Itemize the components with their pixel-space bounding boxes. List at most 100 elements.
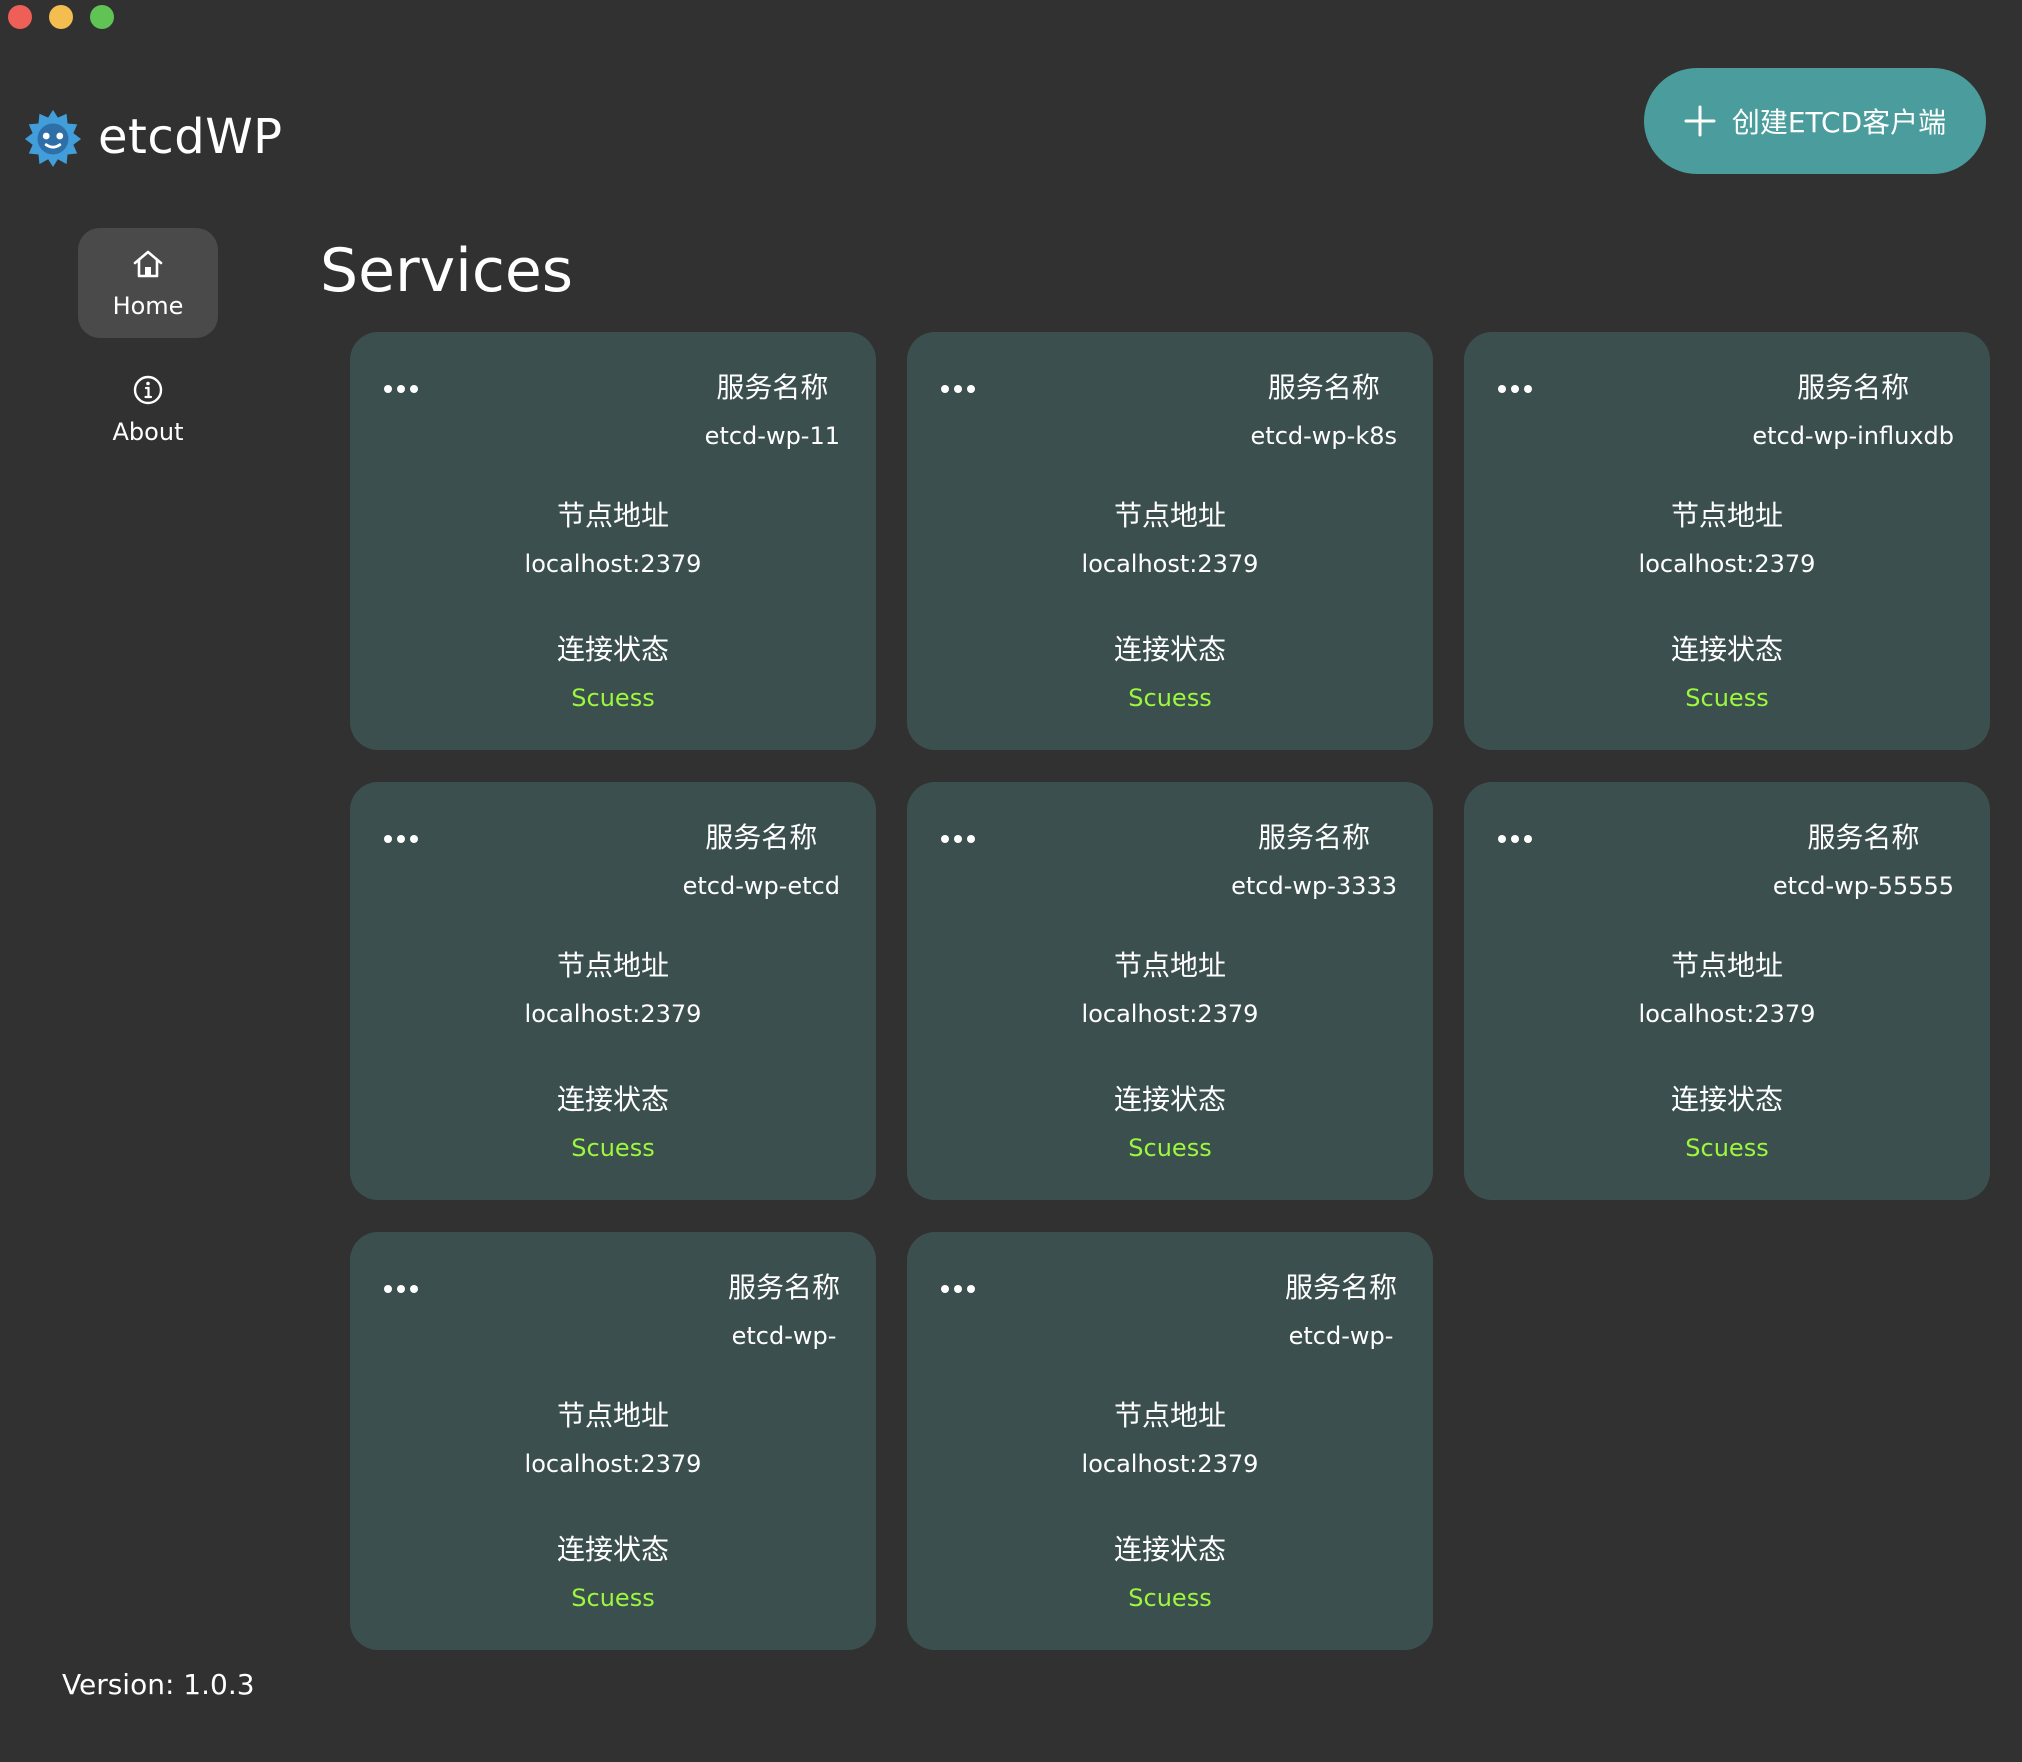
connection-status-label: 连接状态: [556, 1533, 669, 1566]
connection-status-value: Scuess: [1128, 1134, 1212, 1162]
more-options-icon[interactable]: [941, 1282, 983, 1296]
sidebar-item-about[interactable]: About: [78, 354, 218, 464]
node-address-label: 节点地址: [556, 499, 669, 532]
service-name-value: etcd-wp-11: [704, 422, 840, 450]
connection-status-value: Scuess: [1128, 1584, 1212, 1612]
connection-status-label: 连接状态: [1113, 1533, 1226, 1566]
service-name-value: etcd-wp-influxdb: [1752, 422, 1954, 450]
info-icon: [133, 375, 163, 405]
connection-status-label: 连接状态: [556, 1083, 669, 1116]
more-options-icon[interactable]: [941, 382, 983, 396]
node-address-label: 节点地址: [1113, 949, 1226, 982]
connection-status-value: Scuess: [1128, 684, 1212, 712]
node-address-label: 节点地址: [1670, 949, 1783, 982]
minimize-window-button[interactable]: [49, 5, 73, 29]
service-card[interactable]: 服务名称 etcd-wp-k8s 节点地址 localhost:2379 连接状…: [907, 332, 1433, 750]
service-name-label: 服务名称: [727, 1271, 840, 1304]
service-card-grid: 服务名称 etcd-wp-11 节点地址 localhost:2379 连接状态…: [350, 332, 1990, 1650]
connection-status-value: Scuess: [1685, 684, 1769, 712]
service-name-value: etcd-wp-3333: [1231, 872, 1397, 900]
window-controls: [8, 5, 114, 29]
service-name-block: 服务名称 etcd-wp-influxdb: [1752, 366, 1954, 450]
node-address-block: 节点地址 localhost:2379: [350, 494, 876, 578]
connection-status-block: 连接状态 Scuess: [1464, 1078, 1990, 1162]
connection-status-label: 连接状态: [556, 633, 669, 666]
sidebar-item-home[interactable]: Home: [78, 228, 218, 338]
node-address-value: localhost:2379: [1638, 1000, 1816, 1028]
node-address-value: localhost:2379: [524, 550, 702, 578]
node-address-block: 节点地址 localhost:2379: [1464, 494, 1990, 578]
service-name-value: etcd-wp-k8s: [1250, 422, 1397, 450]
more-options-icon[interactable]: [1498, 832, 1540, 846]
service-name-block: 服务名称 etcd-wp-55555: [1773, 816, 1954, 900]
home-icon: [133, 250, 163, 278]
service-name-block: 服务名称 etcd-wp-k8s: [1251, 366, 1397, 450]
sidebar-item-label: About: [112, 418, 184, 446]
version-text: Version: 1.0.3: [62, 1668, 255, 1701]
service-name-label: 服务名称: [1807, 821, 1920, 854]
service-name-block: 服务名称 etcd-wp-: [1285, 1266, 1397, 1350]
node-address-block: 节点地址 localhost:2379: [907, 944, 1433, 1028]
service-name-label: 服务名称: [716, 371, 829, 404]
service-name-label: 服务名称: [1284, 1271, 1397, 1304]
more-options-icon[interactable]: [384, 832, 426, 846]
create-button-label: 创建ETCD客户端: [1731, 106, 1947, 139]
plus-icon: [1684, 105, 1716, 137]
node-address-label: 节点地址: [556, 949, 669, 982]
node-address-block: 节点地址 localhost:2379: [350, 944, 876, 1028]
node-address-label: 节点地址: [1113, 499, 1226, 532]
service-card[interactable]: 服务名称 etcd-wp- 节点地址 localhost:2379 连接状态 S…: [350, 1232, 876, 1650]
connection-status-value: Scuess: [571, 1134, 655, 1162]
service-name-label: 服务名称: [705, 821, 818, 854]
service-card[interactable]: 服务名称 etcd-wp-3333 节点地址 localhost:2379 连接…: [907, 782, 1433, 1200]
node-address-value: localhost:2379: [1081, 1000, 1259, 1028]
create-etcd-client-button[interactable]: 创建ETCD客户端: [1644, 68, 1986, 174]
service-name-label: 服务名称: [1258, 821, 1371, 854]
sidebar-item-label: Home: [112, 292, 184, 320]
connection-status-label: 连接状态: [1670, 1083, 1783, 1116]
maximize-window-button[interactable]: [90, 5, 114, 29]
service-name-value: etcd-wp-: [731, 1322, 837, 1350]
connection-status-block: 连接状态 Scuess: [907, 1078, 1433, 1162]
connection-status-block: 连接状态 Scuess: [350, 628, 876, 712]
connection-status-block: 连接状态 Scuess: [907, 628, 1433, 712]
node-address-value: localhost:2379: [1081, 1450, 1259, 1478]
close-window-button[interactable]: [8, 5, 32, 29]
service-name-block: 服务名称 etcd-wp-etcd: [683, 816, 840, 900]
node-address-value: localhost:2379: [524, 1000, 702, 1028]
more-options-icon[interactable]: [941, 832, 983, 846]
node-address-value: localhost:2379: [1081, 550, 1259, 578]
service-card[interactable]: 服务名称 etcd-wp-11 节点地址 localhost:2379 连接状态…: [350, 332, 876, 750]
connection-status-value: Scuess: [571, 1584, 655, 1612]
app-brand: etcdWP: [22, 106, 283, 168]
node-address-block: 节点地址 localhost:2379: [907, 1394, 1433, 1478]
service-name-label: 服务名称: [1797, 371, 1910, 404]
connection-status-block: 连接状态 Scuess: [1464, 628, 1990, 712]
service-card[interactable]: 服务名称 etcd-wp- 节点地址 localhost:2379 连接状态 S…: [907, 1232, 1433, 1650]
connection-status-value: Scuess: [1685, 1134, 1769, 1162]
service-name-block: 服务名称 etcd-wp-: [728, 1266, 840, 1350]
service-card[interactable]: 服务名称 etcd-wp-55555 节点地址 localhost:2379 连…: [1464, 782, 1990, 1200]
connection-status-block: 连接状态 Scuess: [907, 1528, 1433, 1612]
node-address-value: localhost:2379: [1638, 550, 1816, 578]
node-address-block: 节点地址 localhost:2379: [1464, 944, 1990, 1028]
connection-status-value: Scuess: [571, 684, 655, 712]
more-options-icon[interactable]: [384, 1282, 426, 1296]
node-address-value: localhost:2379: [524, 1450, 702, 1478]
service-name-value: etcd-wp-55555: [1772, 872, 1954, 900]
service-name-block: 服务名称 etcd-wp-3333: [1231, 816, 1397, 900]
node-address-label: 节点地址: [1670, 499, 1783, 532]
service-name-value: etcd-wp-etcd: [682, 872, 840, 900]
more-options-icon[interactable]: [384, 382, 426, 396]
service-name-label: 服务名称: [1267, 371, 1380, 404]
service-name-value: etcd-wp-: [1288, 1322, 1394, 1350]
service-card[interactable]: 服务名称 etcd-wp-etcd 节点地址 localhost:2379 连接…: [350, 782, 876, 1200]
etcd-logo-icon: [24, 109, 82, 168]
service-card[interactable]: 服务名称 etcd-wp-influxdb 节点地址 localhost:237…: [1464, 332, 1990, 750]
node-address-block: 节点地址 localhost:2379: [907, 494, 1433, 578]
node-address-label: 节点地址: [1113, 1399, 1226, 1432]
more-options-icon[interactable]: [1498, 382, 1540, 396]
node-address-block: 节点地址 localhost:2379: [350, 1394, 876, 1478]
connection-status-block: 连接状态 Scuess: [350, 1078, 876, 1162]
page-title: Services: [320, 236, 574, 307]
